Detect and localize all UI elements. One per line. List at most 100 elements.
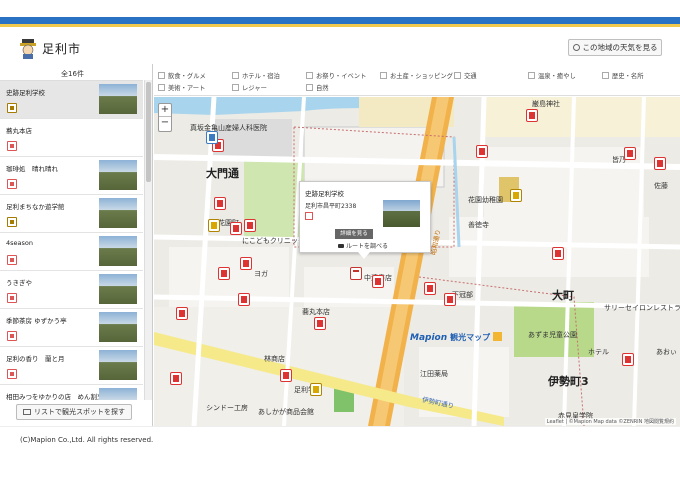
brand-sub: 観光マップ: [450, 333, 491, 342]
list-item[interactable]: 相田みつをゆかりの店 めん割烹なかや: [0, 385, 143, 400]
list-item[interactable]: 史跡足利学校: [0, 81, 143, 119]
list-item[interactable]: 珈琲処 晴れ晴れ: [0, 157, 143, 195]
map-pin[interactable]: [170, 372, 182, 385]
restaurant-icon: [7, 255, 17, 265]
sidebar: 全16件 史跡足利学校 蕎丸本店 珈琲処 晴れ晴れ 足利まちなか遊学館 4sea…: [0, 64, 153, 426]
map-pin[interactable]: [350, 267, 362, 280]
list-item[interactable]: 季節茶房 ゆずかう亭: [0, 309, 143, 347]
map-pin[interactable]: [280, 369, 292, 382]
spot-thumbnail: [99, 198, 137, 228]
filter-nature[interactable]: 自然: [306, 83, 329, 92]
list-search-label: リストで観光スポットを探す: [34, 408, 125, 416]
map-pin[interactable]: [624, 147, 636, 160]
map-pin[interactable]: [244, 219, 256, 232]
list-item-label: うきぎや: [6, 279, 32, 287]
checkbox-icon[interactable]: [380, 72, 387, 79]
zoom-in-button[interactable]: +: [159, 104, 171, 117]
checkbox-icon[interactable]: [158, 72, 165, 79]
category-filters: 飲食・グルメ ホテル・宿泊 お祭り・イベント お土産・ショッピング 交通 温泉・…: [154, 64, 680, 96]
list-item[interactable]: うきぎや: [0, 271, 143, 309]
list-scrollbar[interactable]: [144, 80, 152, 400]
weather-button[interactable]: この地域の天気を見る: [568, 39, 662, 56]
spot-thumbnail: [99, 236, 137, 266]
filter-shopping[interactable]: お土産・ショッピング: [380, 71, 453, 80]
checkbox-icon[interactable]: [306, 72, 313, 79]
map-pin[interactable]: [208, 219, 220, 232]
route-link[interactable]: ルートを調べる: [338, 241, 388, 250]
map-pin[interactable]: [622, 353, 634, 366]
filter-onsen[interactable]: 温泉・癒やし: [528, 71, 576, 80]
checkbox-icon[interactable]: [528, 72, 535, 79]
map-pin[interactable]: [310, 383, 322, 396]
map-view[interactable]: + − 真坂金亀山産婦人科医院 大門通 にこどもクリニック 巌島神社 花園幼稚園…: [154, 97, 680, 426]
map-label: 善徳寺: [468, 221, 489, 229]
map-pin[interactable]: [444, 293, 456, 306]
map-pin[interactable]: [510, 189, 522, 202]
checkbox-icon[interactable]: [454, 72, 461, 79]
zoom-control: + −: [158, 103, 172, 132]
map-pin[interactable]: [230, 222, 242, 235]
map-label: 江田薬局: [420, 370, 448, 378]
map-pin[interactable]: [552, 247, 564, 260]
list-item-label: 季節茶房 ゆずかう亭: [6, 317, 67, 325]
spot-thumbnail: [99, 388, 137, 400]
map-pin[interactable]: [206, 131, 218, 144]
filter-event[interactable]: お祭り・イベント: [306, 71, 366, 80]
spot-thumbnail: [99, 160, 137, 190]
map-label: 真坂金亀山産婦人科医院: [190, 124, 267, 132]
list-item-label: 珈琲処 晴れ晴れ: [6, 165, 58, 173]
filter-leisure[interactable]: レジャー: [232, 83, 267, 92]
map-pin[interactable]: [654, 157, 666, 170]
checkbox-icon[interactable]: [232, 84, 239, 91]
popup-address: 足利市昌平町2338: [305, 203, 357, 210]
list-item-label: 史跡足利学校: [6, 89, 45, 97]
checkbox-icon[interactable]: [602, 72, 609, 79]
popup-title: 史跡足利学校: [305, 190, 344, 198]
restaurant-icon: [7, 293, 17, 303]
map-pin[interactable]: [476, 145, 488, 158]
landmark-icon: [305, 212, 313, 220]
restaurant-icon: [7, 179, 17, 189]
map-pin[interactable]: [314, 317, 326, 330]
list-item-label: 足利の香り 蘭と月: [6, 355, 65, 363]
map-pin[interactable]: [176, 307, 188, 320]
filter-art[interactable]: 美術・アート: [158, 83, 205, 92]
scrollbar-thumb[interactable]: [146, 82, 151, 182]
map-label: あおぃ: [656, 348, 677, 356]
filter-label: レジャー: [242, 85, 267, 92]
restaurant-icon: [7, 141, 17, 151]
map-label: 大門通: [206, 167, 239, 180]
filter-transport[interactable]: 交通: [454, 71, 477, 80]
spot-list[interactable]: 史跡足利学校 蕎丸本店 珈琲処 晴れ晴れ 足利まちなか遊学館 4season う…: [0, 80, 143, 400]
filter-food[interactable]: 飲食・グルメ: [158, 71, 206, 80]
filter-label: お祭り・イベント: [316, 73, 367, 80]
list-item[interactable]: 足利まちなか遊学館: [0, 195, 143, 233]
list-item[interactable]: 蕎丸本店: [0, 119, 143, 157]
car-icon: [338, 244, 344, 248]
page-title: 足利市: [42, 42, 82, 56]
list-item[interactable]: 足利の香り 蘭と月: [0, 347, 143, 385]
filter-label: 美術・アート: [168, 85, 206, 92]
map-pin[interactable]: [526, 109, 538, 122]
filter-label: 交通: [464, 73, 477, 80]
filter-hotel[interactable]: ホテル・宿泊: [232, 71, 280, 80]
map-label: 花園幼稚園: [468, 196, 503, 204]
list-search-button[interactable]: リストで観光スポットを探す: [16, 404, 132, 420]
map-pin[interactable]: [372, 275, 384, 288]
checkbox-icon[interactable]: [232, 72, 239, 79]
map-label: 巌島神社: [532, 100, 560, 108]
map-pin[interactable]: [214, 197, 226, 210]
filter-label: 温泉・癒やし: [538, 73, 576, 80]
detail-button[interactable]: 詳細を見る: [335, 229, 373, 239]
filter-history[interactable]: 歴史・名所: [602, 71, 643, 80]
checkbox-icon[interactable]: [158, 84, 165, 91]
zoom-out-button[interactable]: −: [159, 117, 171, 130]
checkbox-icon[interactable]: [306, 84, 313, 91]
map-attribution[interactable]: Leaflet | ©Mapion Map data ©ZENRIN 地図閲覧規…: [544, 418, 676, 425]
map-pin[interactable]: [218, 267, 230, 280]
list-item-label: 足利まちなか遊学館: [6, 203, 65, 211]
list-item[interactable]: 4season: [0, 233, 143, 271]
map-pin[interactable]: [238, 293, 250, 306]
map-pin[interactable]: [240, 257, 252, 270]
map-pin[interactable]: [424, 282, 436, 295]
